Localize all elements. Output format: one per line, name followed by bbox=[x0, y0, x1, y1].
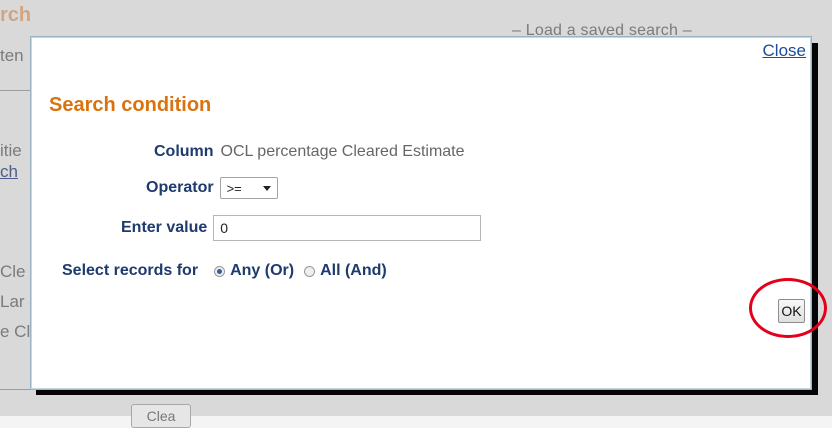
bg-fragment-2: itie bbox=[0, 141, 22, 160]
select-records-row: Select records for Any (Or) All (And) bbox=[62, 262, 387, 280]
bg-fragment-4: Lar bbox=[0, 292, 25, 311]
radio-all-and-label: All (And) bbox=[320, 262, 387, 279]
column-row: Column OCL percentage Cleared Estimate bbox=[154, 143, 465, 161]
bg-divider bbox=[0, 90, 30, 91]
operator-select[interactable]: >= bbox=[219, 177, 278, 199]
bg-fragment-5: e Cl bbox=[0, 322, 31, 341]
bg-fragment-3: Cle bbox=[0, 262, 26, 281]
radio-any-or-button[interactable] bbox=[214, 265, 226, 277]
column-label: Column bbox=[154, 143, 214, 160]
dialog-title: Search condition bbox=[49, 94, 212, 116]
bg-link-fragment[interactable]: ch bbox=[0, 162, 18, 182]
close-link[interactable]: Close bbox=[763, 41, 806, 61]
radio-all-and-button[interactable] bbox=[304, 265, 316, 277]
select-records-label: Select records for bbox=[62, 262, 199, 279]
enter-value-input[interactable] bbox=[213, 215, 482, 241]
search-condition-dialog: Close Search condition Column OCL percen… bbox=[30, 36, 812, 390]
enter-value-row: Enter value bbox=[121, 215, 482, 241]
enter-value-label: Enter value bbox=[121, 219, 208, 236]
operator-value: >= bbox=[226, 180, 242, 196]
bg-fragment-1: ten bbox=[0, 46, 24, 65]
background-clear-button[interactable]: Clea bbox=[131, 404, 191, 428]
radio-any-or[interactable]: Any (Or) bbox=[214, 262, 294, 280]
operator-row: Operator >= bbox=[146, 177, 278, 199]
ok-button[interactable]: OK bbox=[778, 299, 805, 323]
bg-divider-2 bbox=[0, 389, 30, 390]
operator-label: Operator bbox=[146, 179, 214, 196]
background-title: rch bbox=[0, 4, 32, 26]
column-value: OCL percentage Cleared Estimate bbox=[220, 143, 465, 160]
radio-all-and[interactable]: All (And) bbox=[304, 262, 387, 280]
chevron-down-icon bbox=[262, 185, 271, 191]
radio-any-or-label: Any (Or) bbox=[230, 262, 295, 279]
